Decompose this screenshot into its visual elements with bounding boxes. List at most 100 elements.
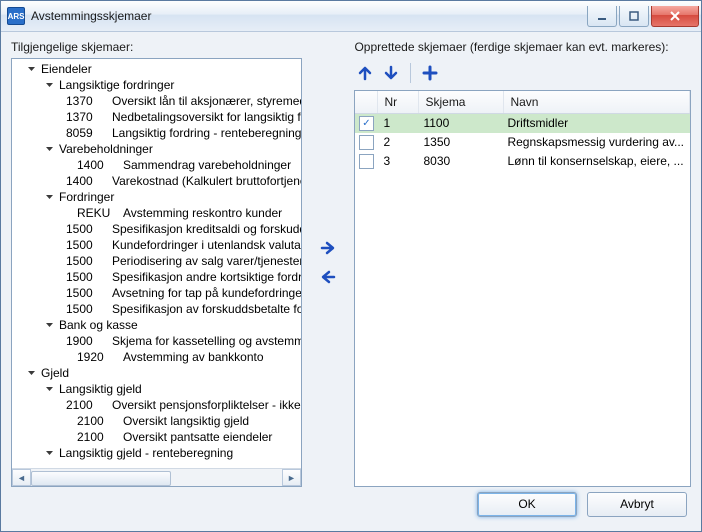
tree-leaf[interactable]: 1400Varekostnad (Kalkulert bruttofortjen… xyxy=(16,173,301,189)
tree-leaf[interactable]: 1500Periodisering av salg varer/tjeneste… xyxy=(16,253,301,269)
expand-toggle-icon[interactable] xyxy=(26,368,37,379)
tree-branch[interactable]: Langsiktig gjeld - renteberegning xyxy=(16,445,301,461)
minimize-button[interactable] xyxy=(587,6,617,27)
tree-item-label: Avstemming av bankkonto xyxy=(123,349,264,365)
arrow-left-icon xyxy=(319,268,337,286)
cancel-button[interactable]: Avbryt xyxy=(587,492,687,517)
tree-leaf[interactable]: 1370Oversikt lån til aksjonærer, styreme… xyxy=(16,93,301,109)
window-title: Avstemmingsskjemaer xyxy=(31,9,585,23)
created-forms-label: Opprettede skjemaer (ferdige skjemaer ka… xyxy=(354,40,691,54)
tree-item-label: Oversikt langsiktig gjeld xyxy=(123,413,249,429)
tree-item-label: Varekostnad (Kalkulert bruttofortjenes xyxy=(112,173,301,189)
tree-leaf[interactable]: 1900Skjema for kassetelling og avstemmin… xyxy=(16,333,301,349)
move-up-button[interactable] xyxy=(354,62,376,84)
tree-leaf[interactable]: REKUAvstemming reskontro kunder xyxy=(16,205,301,221)
tree-leaf[interactable]: 1500Avsetning for tap på kundefordringer xyxy=(16,285,301,301)
row-checkbox[interactable] xyxy=(359,135,374,150)
tree-leaf[interactable]: 2100Oversikt pantsatte eiendeler xyxy=(16,429,301,445)
tree-branch[interactable]: Langsiktige fordringer xyxy=(16,77,301,93)
tree-scroll-area[interactable]: EiendelerLangsiktige fordringer1370Overs… xyxy=(12,59,301,468)
form-code: 2100 xyxy=(77,413,115,429)
tree-leaf[interactable]: 1500 Spesifikasjon av forskuddsbetalte fo… xyxy=(16,301,301,317)
tree-item-label: Langsiktig gjeld xyxy=(59,381,142,397)
minimize-icon xyxy=(596,10,608,22)
row-checkbox[interactable]: ✓ xyxy=(359,116,374,131)
tree-leaf[interactable]: 1500 Spesifikasjon andre kortsiktige ford… xyxy=(16,269,301,285)
tree-item-label: Spesifikasjon andre kortsiktige fordring xyxy=(112,269,301,285)
table-row[interactable]: ✓ 1 1100 Driftsmidler xyxy=(355,114,690,133)
form-code: REKU xyxy=(77,205,115,221)
ok-button[interactable]: OK xyxy=(477,492,577,517)
expand-toggle-icon[interactable] xyxy=(44,320,55,331)
toolbar-separator xyxy=(410,63,411,83)
column-header-nr[interactable]: Nr xyxy=(378,91,419,113)
move-down-button[interactable] xyxy=(380,62,402,84)
close-icon xyxy=(669,10,681,22)
tree-branch[interactable]: Varebeholdninger xyxy=(16,141,301,157)
expand-toggle-icon[interactable] xyxy=(44,384,55,395)
expand-toggle-icon[interactable] xyxy=(44,448,55,459)
expand-toggle-icon[interactable] xyxy=(44,192,55,203)
tree-branch[interactable]: Gjeld xyxy=(16,365,301,381)
tree-item-label: Gjeld xyxy=(41,365,69,381)
arrow-down-icon xyxy=(383,65,399,81)
form-code: 1900 xyxy=(66,333,104,349)
plus-icon xyxy=(422,65,438,81)
table-row[interactable]: 3 8030 Lønn til konsernselskap, eiere, .… xyxy=(355,152,690,171)
form-code: 2100 xyxy=(66,397,104,413)
scroll-thumb[interactable] xyxy=(31,471,171,486)
app-icon: ARS xyxy=(7,7,25,25)
created-forms-toolbar xyxy=(354,62,691,84)
cell-skjema: 1350 xyxy=(417,135,501,149)
tree-leaf[interactable]: 2100 Oversikt langsiktig gjeld xyxy=(16,413,301,429)
tree-item-label: Langsiktig gjeld - renteberegning xyxy=(59,445,233,461)
cell-skjema: 8030 xyxy=(417,154,501,168)
expand-toggle-icon[interactable] xyxy=(44,80,55,91)
form-code: 8059 xyxy=(66,125,104,141)
tree-leaf[interactable]: 8059Langsiktig fordring - renteberegning xyxy=(16,125,301,141)
column-header-navn[interactable]: Navn xyxy=(504,91,690,113)
tree-item-label: Eiendeler xyxy=(41,61,92,77)
tree-leaf[interactable]: 1500Kundefordringer i utenlandsk valuta,… xyxy=(16,237,301,253)
forms-tree[interactable]: EiendelerLangsiktige fordringer1370Overs… xyxy=(12,59,301,468)
horizontal-scrollbar[interactable]: ◄ ► xyxy=(12,468,301,486)
tree-branch[interactable]: Bank og kasse xyxy=(16,317,301,333)
table-body[interactable]: ✓ 1 1100 Driftsmidler 2 1350 Regnskapsme… xyxy=(355,114,690,486)
form-code: 1920 xyxy=(77,349,115,365)
tree-branch[interactable]: Langsiktig gjeld xyxy=(16,381,301,397)
dialog-window: ARS Avstemmingsskjemaer Tilgjengelige sk… xyxy=(0,0,702,532)
tree-leaf[interactable]: 1920 Avstemming av bankkonto xyxy=(16,349,301,365)
table-row[interactable]: 2 1350 Regnskapsmessig vurdering av... xyxy=(355,133,690,152)
tree-item-label: Spesifikasjon av forskuddsbetalte ford xyxy=(112,301,301,317)
add-button[interactable] xyxy=(419,62,441,84)
cell-skjema: 1100 xyxy=(417,116,501,130)
tree-item-label: Nedbetalingsoversikt for langsiktig ford xyxy=(112,109,301,125)
cell-nr: 3 xyxy=(377,154,417,168)
form-code: 1500 xyxy=(66,301,104,317)
column-header-check[interactable] xyxy=(355,91,378,113)
move-left-button[interactable] xyxy=(319,268,337,289)
form-code: 1370 xyxy=(66,93,104,109)
tree-branch[interactable]: Fordringer xyxy=(16,189,301,205)
column-header-skjema[interactable]: Skjema xyxy=(419,91,504,113)
created-forms-section: Opprettede skjemaer (ferdige skjemaer ka… xyxy=(354,40,691,487)
expand-toggle-icon[interactable] xyxy=(26,64,37,75)
expand-toggle-icon[interactable] xyxy=(44,144,55,155)
tree-leaf[interactable]: 1500Spesifikasjon kreditsaldi og forskud… xyxy=(16,221,301,237)
tree-branch[interactable]: Eiendeler xyxy=(16,61,301,77)
cell-navn: Driftsmidler xyxy=(501,116,690,130)
close-button[interactable] xyxy=(651,6,699,27)
move-right-button[interactable] xyxy=(319,239,337,260)
scroll-right-button[interactable]: ► xyxy=(282,469,301,486)
titlebar[interactable]: ARS Avstemmingsskjemaer xyxy=(1,1,701,32)
tree-item-label: Spesifikasjon kreditsaldi og forskudd k xyxy=(112,221,301,237)
form-code: 1500 xyxy=(66,269,104,285)
tree-leaf[interactable]: 1400Sammendrag varebeholdninger xyxy=(16,157,301,173)
form-code: 2100 xyxy=(77,429,115,445)
scroll-left-button[interactable]: ◄ xyxy=(12,469,31,486)
maximize-button[interactable] xyxy=(619,6,649,27)
tree-leaf[interactable]: 1370Nedbetalingsoversikt for langsiktig … xyxy=(16,109,301,125)
tree-leaf[interactable]: 2100Oversikt pensjonsforpliktelser - ikk… xyxy=(16,397,301,413)
scroll-track[interactable] xyxy=(31,470,282,485)
row-checkbox[interactable] xyxy=(359,154,374,169)
